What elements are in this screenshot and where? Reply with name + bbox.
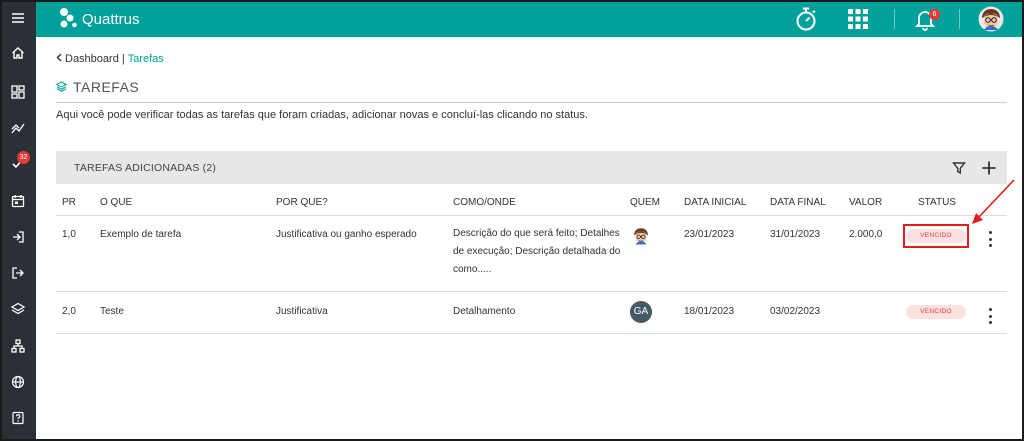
row-divider [56, 333, 1007, 334]
status-highlight-box [903, 224, 969, 248]
add-icon[interactable] [979, 158, 999, 178]
avatar[interactable] [978, 6, 1004, 32]
page-description: Aqui você pode verificar todas as tarefa… [56, 109, 588, 121]
row-como-onde: Detalhamento [453, 306, 516, 317]
topbar-divider [959, 9, 960, 29]
breadcrumb-separator: | [121, 53, 125, 65]
sidebar: 32 [0, 0, 36, 441]
dashboard-icon[interactable] [0, 77, 36, 107]
apps-grid-icon[interactable] [846, 6, 870, 32]
row-divider [56, 291, 1007, 292]
logout-icon[interactable] [0, 258, 36, 288]
status-badge[interactable]: VENCIDO [906, 305, 966, 319]
row-o-que: Exemplo de tarefa [100, 229, 182, 240]
assignee-avatar: GA [630, 301, 652, 323]
column-header-o-que[interactable]: O QUE [100, 197, 132, 208]
layers-icon [55, 79, 68, 95]
row-data-inicial: 18/01/2023 [684, 306, 735, 317]
title-divider [56, 102, 1007, 103]
more-options-icon[interactable] [985, 308, 995, 324]
trend-icon[interactable] [0, 113, 36, 143]
breadcrumb-tarefas[interactable]: Tarefas [128, 53, 164, 65]
row-como-onde: Descrição do que será feito; Detalhes de… [453, 228, 621, 275]
row-data-final: 03/02/2023 [770, 306, 821, 317]
more-options-icon[interactable] [985, 231, 995, 247]
row-data-final: 31/01/2023 [770, 229, 821, 240]
breadcrumb-dashboard[interactable]: Dashboard [65, 53, 119, 65]
row-por-que: Justificativa ou ganho esperado [276, 229, 417, 240]
column-header-data-inicial[interactable]: DATA INICIAL [684, 197, 746, 208]
header-divider [56, 215, 1007, 216]
topbar-divider [894, 9, 895, 29]
assignee-avatar [631, 226, 651, 246]
row-data-inicial: 23/01/2023 [684, 229, 735, 240]
home-icon[interactable] [0, 38, 36, 68]
notification-badge: 6 [929, 9, 940, 20]
menu-icon[interactable] [0, 3, 36, 33]
globe-icon[interactable] [0, 367, 36, 397]
page-title-text: TAREFAS [73, 79, 140, 95]
tasks-card-header: TAREFAS ADICIONADAS (2) [56, 151, 1007, 184]
annotation-arrow [972, 179, 1015, 224]
column-header-pr[interactable]: PR [62, 197, 76, 208]
filter-icon[interactable] [950, 159, 968, 177]
column-header-quem[interactable]: QUEM [630, 197, 660, 208]
tasks-card-title: TAREFAS ADICIONADAS (2) [74, 162, 217, 174]
column-header-data-final[interactable]: DATA FINAL [770, 197, 826, 208]
brand-name: Quattrus [82, 11, 140, 28]
column-header-como-onde[interactable]: COMO/ONDE [453, 197, 516, 208]
row-valor: 2.000,0 [849, 229, 883, 240]
login-icon[interactable] [0, 222, 36, 252]
quattrus-logo[interactable] [58, 7, 78, 29]
stopwatch-icon[interactable] [793, 6, 819, 32]
tasks-badge: 32 [17, 151, 30, 164]
row-pr: 1,0 [62, 229, 76, 240]
row-por-que: Justificativa [276, 306, 328, 317]
column-header-por-que[interactable]: POR QUE? [276, 197, 328, 208]
org-chart-icon[interactable] [0, 331, 36, 361]
column-header-valor[interactable]: VALOR [849, 197, 882, 208]
chevron-left-icon[interactable] [56, 53, 62, 65]
help-icon[interactable] [0, 403, 36, 433]
column-header-status[interactable]: STATUS [918, 197, 956, 208]
topbar: Quattrus 6 [36, 0, 1024, 37]
layers-icon[interactable] [0, 294, 36, 324]
breadcrumb: Dashboard | Tarefas [56, 53, 164, 65]
calendar-icon[interactable] [0, 186, 36, 216]
row-pr: 2,0 [62, 306, 76, 317]
row-o-que: Teste [100, 306, 124, 317]
page-title: TAREFAS [55, 79, 140, 95]
